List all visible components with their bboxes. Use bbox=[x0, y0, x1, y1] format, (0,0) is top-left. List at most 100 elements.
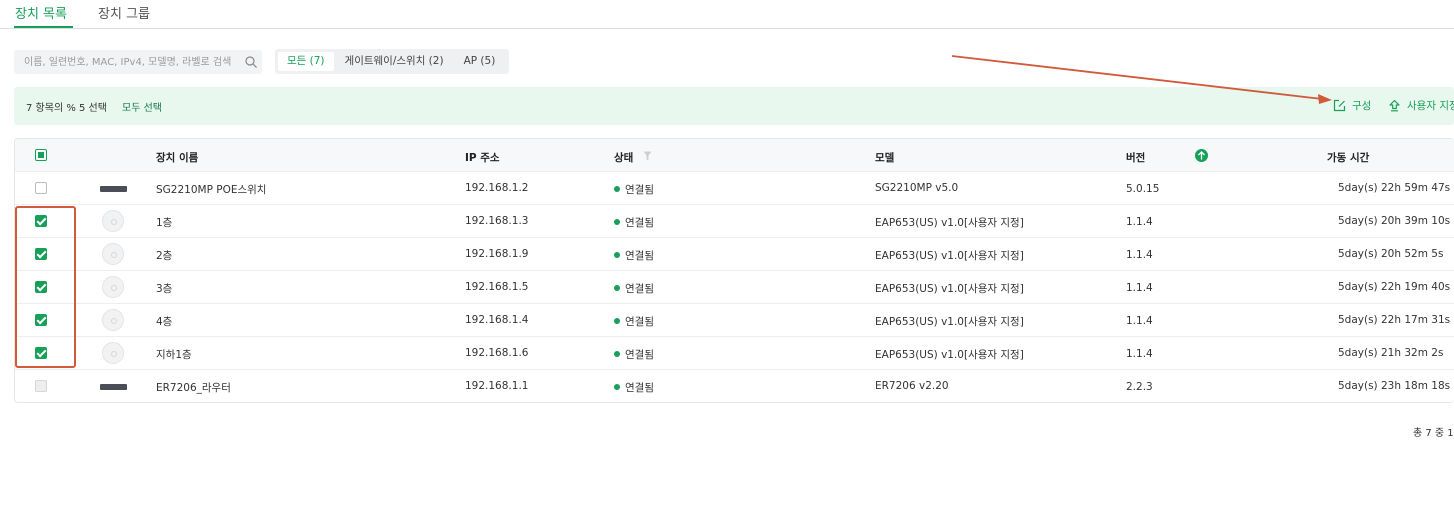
device-status: 연결됨 bbox=[614, 347, 654, 362]
device-name[interactable]: ER7206_라우터 bbox=[156, 380, 231, 395]
device-ip: 192.168.1.4 bbox=[465, 314, 529, 326]
access-point-icon bbox=[102, 243, 124, 265]
device-status-label: 연결됨 bbox=[625, 349, 654, 361]
device-uptime: 5day(s) 22h 19m 40s bbox=[1338, 281, 1451, 293]
device-model: SG2210MP v5.0 bbox=[875, 182, 959, 194]
select-all-checkbox[interactable] bbox=[35, 149, 47, 161]
table-header: 장치 이름 IP 주소 상태 모델 버전 가동 시간 bbox=[15, 139, 1454, 172]
device-version: 1.1.4 bbox=[1126, 315, 1153, 327]
device-version: 1.1.4 bbox=[1126, 348, 1153, 360]
status-dot bbox=[614, 384, 620, 390]
device-ip: 192.168.1.6 bbox=[465, 347, 529, 359]
table-row[interactable]: 4층 192.168.1.4 연결됨 EAP653(US) v1.0[사용자 지… bbox=[15, 303, 1454, 336]
select-all-link[interactable]: 모두 선택 bbox=[122, 99, 162, 114]
header-uptime[interactable]: 가동 시간 bbox=[1327, 150, 1369, 165]
header-model[interactable]: 모델 bbox=[875, 150, 894, 165]
custom-button-label: 사용자 지정 bbox=[1407, 100, 1454, 112]
device-uptime: 5day(s) 23h 18m 18s bbox=[1338, 380, 1451, 392]
filter-ap[interactable]: AP (5) bbox=[455, 52, 505, 71]
device-name[interactable]: 2층 bbox=[156, 248, 172, 263]
table-row[interactable]: 1층 192.168.1.3 연결됨 EAP653(US) v1.0[사용자 지… bbox=[15, 204, 1454, 237]
filter-all[interactable]: 모든 (7) bbox=[278, 52, 334, 71]
device-name[interactable]: 4층 bbox=[156, 314, 172, 329]
status-dot bbox=[614, 219, 620, 225]
device-name[interactable]: 지하1층 bbox=[156, 347, 192, 362]
status-dot bbox=[614, 318, 620, 324]
header-version[interactable]: 버전 bbox=[1126, 150, 1145, 165]
row-checkbox bbox=[35, 380, 47, 392]
access-point-icon bbox=[102, 342, 124, 364]
table-row[interactable]: ER7206_라우터 192.168.1.1 연결됨 ER7206 v2.20 … bbox=[15, 369, 1454, 402]
access-point-icon bbox=[102, 276, 124, 298]
filter-icon[interactable] bbox=[643, 151, 652, 161]
access-point-icon bbox=[102, 210, 124, 232]
device-type-filter: 모든 (7) 게이트웨이/스위치 (2) AP (5) bbox=[275, 49, 510, 74]
device-status-label: 연결됨 bbox=[625, 217, 654, 229]
router-icon bbox=[100, 384, 127, 390]
device-ip: 192.168.1.2 bbox=[465, 182, 529, 194]
config-button[interactable]: 구성 bbox=[1333, 98, 1371, 113]
switch-icon bbox=[100, 186, 127, 192]
tab-device-list[interactable]: 장치 목록 bbox=[15, 3, 67, 22]
sort-ascending-icon[interactable] bbox=[1195, 149, 1208, 162]
upload-icon bbox=[1389, 99, 1400, 112]
pagination-summary: 총 7 중 1- bbox=[1413, 428, 1454, 439]
selection-count: 7 항목의 % 5 선택 bbox=[26, 103, 107, 114]
device-status: 연결됨 bbox=[614, 182, 654, 197]
search-icon[interactable] bbox=[245, 56, 257, 68]
table-row[interactable]: SG2210MP POE스위치 192.168.1.2 연결됨 SG2210MP… bbox=[15, 171, 1454, 204]
status-dot bbox=[614, 285, 620, 291]
row-checkbox[interactable] bbox=[35, 248, 47, 260]
device-table: 장치 이름 IP 주소 상태 모델 버전 가동 시간 SG2210MP POE스… bbox=[14, 138, 1454, 403]
row-checkbox[interactable] bbox=[35, 182, 47, 194]
device-status: 연결됨 bbox=[614, 215, 654, 230]
device-name[interactable]: SG2210MP POE스위치 bbox=[156, 182, 266, 197]
device-status-label: 연결됨 bbox=[625, 283, 654, 295]
header-device-name[interactable]: 장치 이름 bbox=[156, 150, 198, 165]
header-ip[interactable]: IP 주소 bbox=[465, 150, 500, 165]
device-version: 1.1.4 bbox=[1126, 282, 1153, 294]
edit-icon bbox=[1333, 99, 1346, 112]
device-name[interactable]: 1층 bbox=[156, 215, 172, 230]
row-checkbox[interactable] bbox=[35, 215, 47, 227]
status-dot bbox=[614, 351, 620, 357]
device-model: EAP653(US) v1.0[사용자 지정] bbox=[875, 217, 1024, 229]
device-status: 연결됨 bbox=[614, 380, 654, 395]
device-uptime: 5day(s) 22h 17m 31s bbox=[1338, 314, 1451, 326]
device-status-label: 연결됨 bbox=[625, 382, 654, 394]
device-ip: 192.168.1.9 bbox=[465, 248, 529, 260]
table-row[interactable]: 지하1층 192.168.1.6 연결됨 EAP653(US) v1.0[사용자… bbox=[15, 336, 1454, 369]
access-point-icon bbox=[102, 309, 124, 331]
header-status[interactable]: 상태 bbox=[614, 150, 633, 165]
selection-bar: 7 항목의 % 5 선택 모두 선택 구성 사용자 지정 bbox=[14, 87, 1454, 125]
config-button-label: 구성 bbox=[1352, 100, 1372, 112]
device-status-label: 연결됨 bbox=[625, 184, 654, 196]
device-model: ER7206 v2.20 bbox=[875, 380, 949, 392]
row-checkbox[interactable] bbox=[35, 347, 47, 359]
device-ip: 192.168.1.5 bbox=[465, 281, 529, 293]
device-uptime: 5day(s) 20h 52m 5s bbox=[1338, 248, 1444, 260]
table-row[interactable]: 2층 192.168.1.9 연결됨 EAP653(US) v1.0[사용자 지… bbox=[15, 237, 1454, 270]
search-input[interactable] bbox=[14, 50, 240, 74]
device-status-label: 연결됨 bbox=[625, 316, 654, 328]
device-uptime: 5day(s) 21h 32m 2s bbox=[1338, 347, 1444, 359]
device-model: EAP653(US) v1.0[사용자 지정] bbox=[875, 316, 1024, 328]
row-checkbox[interactable] bbox=[35, 281, 47, 293]
device-status: 연결됨 bbox=[614, 281, 654, 296]
filter-gateway-switch[interactable]: 게이트웨이/스위치 (2) bbox=[336, 52, 453, 71]
tab-device-group[interactable]: 장치 그룹 bbox=[98, 3, 150, 22]
row-checkbox[interactable] bbox=[35, 314, 47, 326]
device-model: EAP653(US) v1.0[사용자 지정] bbox=[875, 349, 1024, 361]
custom-upgrade-button[interactable]: 사용자 지정 bbox=[1388, 98, 1454, 113]
table-row[interactable]: 3층 192.168.1.5 연결됨 EAP653(US) v1.0[사용자 지… bbox=[15, 270, 1454, 303]
device-status: 연결됨 bbox=[614, 248, 654, 263]
device-name[interactable]: 3층 bbox=[156, 281, 172, 296]
device-version: 1.1.4 bbox=[1126, 249, 1153, 261]
device-model: EAP653(US) v1.0[사용자 지정] bbox=[875, 283, 1024, 295]
device-status: 연결됨 bbox=[614, 314, 654, 329]
device-ip: 192.168.1.1 bbox=[465, 380, 529, 392]
device-version: 2.2.3 bbox=[1126, 381, 1153, 393]
device-version: 1.1.4 bbox=[1126, 216, 1153, 228]
device-status-label: 연결됨 bbox=[625, 250, 654, 262]
device-version: 5.0.15 bbox=[1126, 183, 1160, 195]
